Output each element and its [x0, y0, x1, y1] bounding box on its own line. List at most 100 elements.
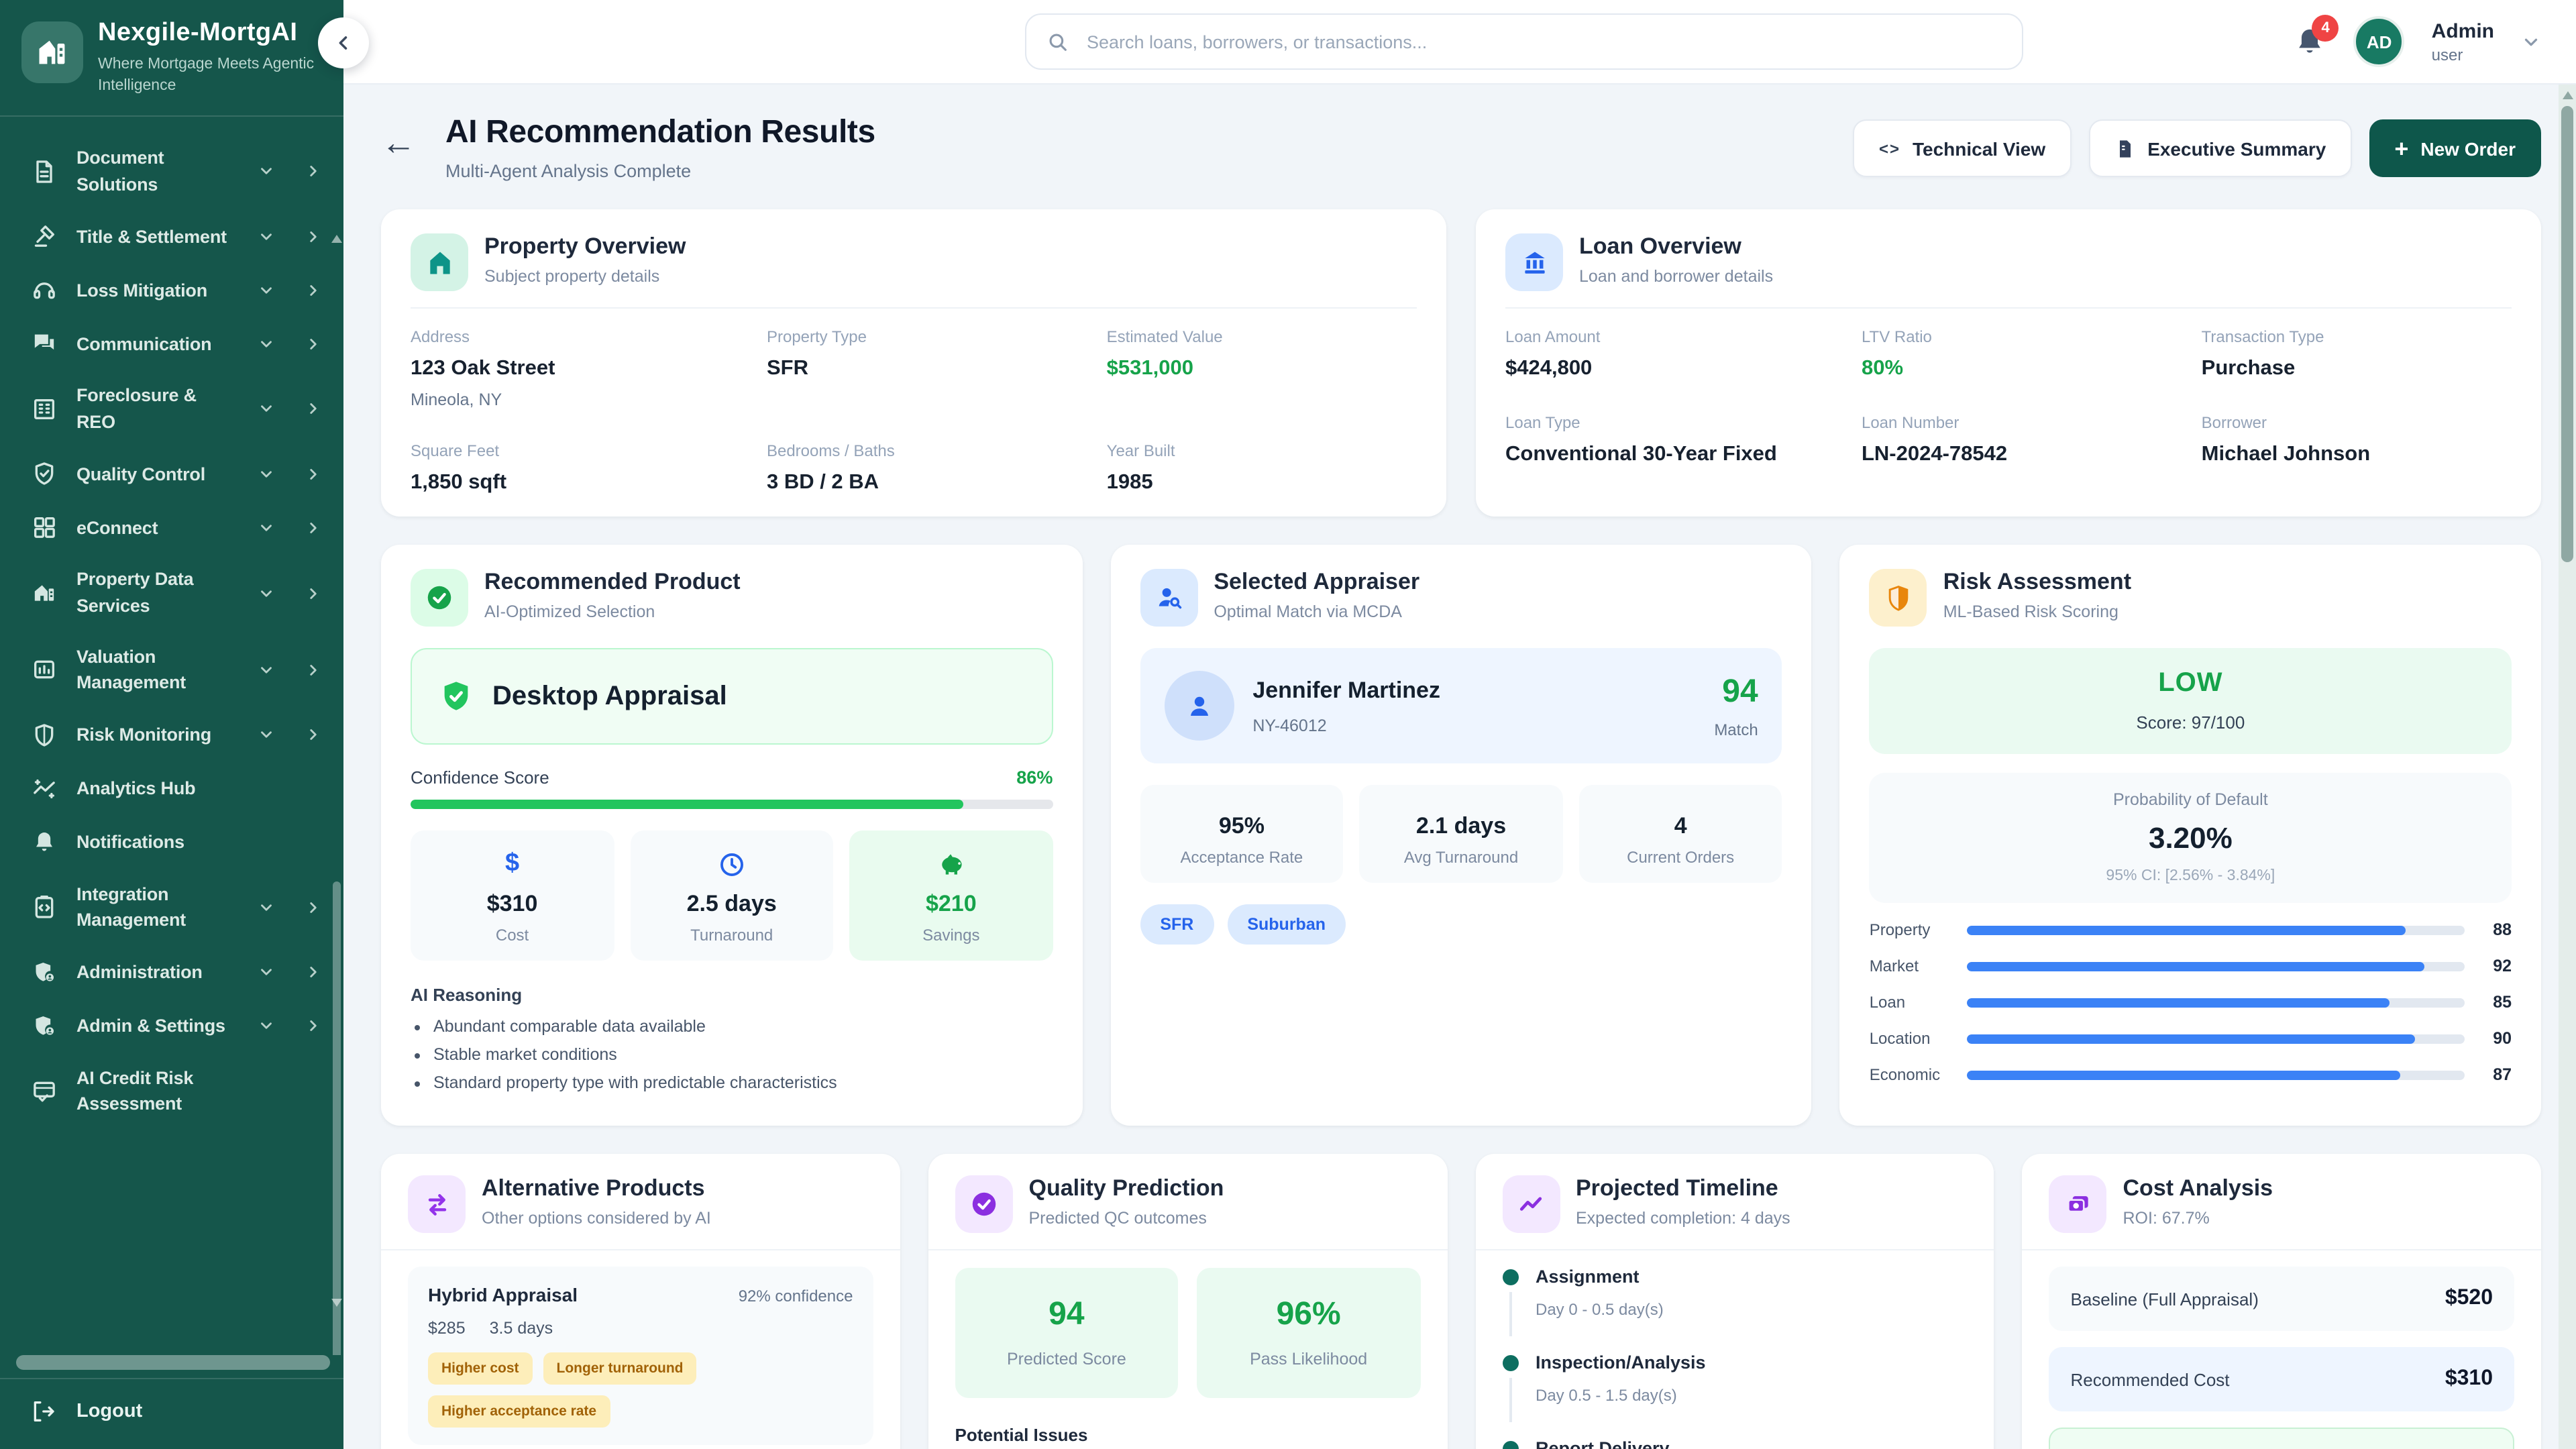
card-check-icon: [30, 1077, 59, 1106]
grid-icon: [30, 513, 59, 543]
chevron-down-icon[interactable]: [251, 578, 280, 608]
card-title: Loan Overview: [1579, 233, 1773, 260]
bell-icon: [30, 827, 59, 857]
page-scrollbar-thumb[interactable]: [2561, 106, 2573, 562]
main-area: 4 AD Admin user ← AI Recommendation Resu…: [343, 0, 2576, 1449]
sidebar-item-loss-mitigation[interactable]: Loss Mitigation: [0, 264, 343, 317]
trade-off-tag: Higher cost: [428, 1352, 533, 1385]
person-search-icon: [1140, 569, 1197, 627]
chevron-down-icon[interactable]: [251, 720, 280, 749]
recommended-product-card: Recommended Product AI-Optimized Selecti…: [381, 545, 1082, 1126]
search-input[interactable]: [1084, 30, 2002, 53]
chevron-right-icon[interactable]: [298, 1012, 327, 1041]
chevron-down-icon[interactable]: [251, 157, 280, 186]
chevron-right-icon[interactable]: [298, 958, 327, 987]
chevron-right-icon[interactable]: [298, 460, 327, 489]
alt-cost: $285: [428, 1319, 466, 1338]
field-estimated-value: Estimated Value $531,000: [1107, 327, 1417, 409]
sidebar-collapse-button[interactable]: [318, 17, 369, 68]
chevron-right-icon[interactable]: [298, 276, 327, 305]
timeline-dot: [1502, 1269, 1518, 1285]
card-title: Recommended Product: [484, 569, 741, 596]
user-menu-chevron-icon[interactable]: [2521, 32, 2541, 52]
bar-chart-icon: [30, 655, 59, 684]
risk-level-box: LOW Score: 97/100: [1870, 648, 2512, 754]
reason-item: Stable market conditions: [433, 1045, 1053, 1064]
scroll-up-arrow[interactable]: [331, 235, 342, 243]
chevron-right-icon[interactable]: [298, 720, 327, 749]
sidebar-item-label: Quality Control: [76, 461, 233, 487]
sidebar-item-admin-settings[interactable]: Admin & Settings: [0, 1000, 343, 1053]
executive-summary-button[interactable]: Executive Summary: [2088, 119, 2351, 177]
chevron-right-icon[interactable]: [298, 655, 327, 684]
sidebar-item-valuation-management[interactable]: Valuation Management: [0, 631, 343, 708]
chevron-down-icon[interactable]: [251, 513, 280, 543]
chevron-down-icon[interactable]: [251, 276, 280, 305]
sidebar-item-communication[interactable]: Communication: [0, 317, 343, 371]
technical-view-button[interactable]: <> Technical View: [1854, 119, 2071, 177]
topbar: 4 AD Admin user: [343, 0, 2576, 85]
scroll-down-arrow[interactable]: [331, 1299, 342, 1307]
chevron-right-icon[interactable]: [298, 394, 327, 424]
chevron-down-icon[interactable]: [251, 394, 280, 424]
chevron-down-icon[interactable]: [251, 958, 280, 987]
chevron-down-icon[interactable]: [251, 329, 280, 359]
timeline-step: Inspection/Analysis Day 0.5 - 1.5 day(s): [1502, 1352, 1968, 1422]
chevron-right-icon[interactable]: [298, 329, 327, 359]
bank-icon: [1505, 233, 1563, 291]
page-scrollbar[interactable]: [2559, 85, 2576, 1449]
sidebar-item-econnect[interactable]: eConnect: [0, 501, 343, 555]
risk-factor-row: Market 92: [1870, 957, 2512, 975]
sidebar-item-notifications[interactable]: Notifications: [0, 815, 343, 869]
user-info[interactable]: Admin user: [2432, 19, 2494, 64]
back-button[interactable]: ←: [381, 125, 416, 160]
timeline-step: Report Delivery: [1502, 1438, 1968, 1449]
sidebar-scrollbar-thumb[interactable]: [333, 881, 341, 1355]
chevron-right-icon[interactable]: [298, 157, 327, 186]
sidebar-scrollbar[interactable]: [331, 246, 342, 1293]
brand-tagline: Where Mortgage Meets Agentic Intelligenc…: [98, 54, 325, 97]
acceptance-rate-stat: 95% Acceptance Rate: [1140, 785, 1343, 883]
sidebar-item-quality-control[interactable]: Quality Control: [0, 447, 343, 501]
shield-check-icon: [30, 460, 59, 489]
field-year-built: Year Built 1985: [1107, 441, 1417, 495]
risk-factor-row: Location 90: [1870, 1029, 2512, 1048]
dollar-icon: $: [416, 848, 608, 880]
new-order-button[interactable]: + New Order: [2369, 119, 2541, 177]
sidebar-item-title-settlement[interactable]: Title & Settlement: [0, 210, 343, 264]
global-search[interactable]: [1025, 13, 2023, 70]
chevron-down-icon[interactable]: [251, 655, 280, 684]
chevron-right-icon[interactable]: [298, 578, 327, 608]
chevron-down-icon[interactable]: [251, 222, 280, 252]
turnaround-stat: 2.5 days Turnaround: [630, 830, 833, 961]
sidebar-item-property-data-services[interactable]: Property Data Services: [0, 555, 343, 631]
chevron-right-icon[interactable]: [298, 513, 327, 543]
chevron-down-icon[interactable]: [251, 893, 280, 922]
logout-button[interactable]: Logout: [0, 1378, 343, 1449]
chevron-right-icon[interactable]: [298, 893, 327, 922]
sidebar-item-risk-monitoring[interactable]: Risk Monitoring: [0, 708, 343, 761]
sidebar-item-integration-management[interactable]: Integration Management: [0, 869, 343, 945]
sidebar-item-document-solutions[interactable]: Document Solutions: [0, 133, 343, 209]
trending-sparkle-icon: [30, 773, 59, 803]
avatar[interactable]: AD: [2354, 16, 2405, 67]
executive-summary-label: Executive Summary: [2147, 138, 2326, 159]
notifications-button[interactable]: 4: [2294, 25, 2327, 58]
field-loan-amount: Loan Amount $424,800: [1505, 327, 1848, 381]
match-score: 94: [1714, 673, 1758, 710]
sidebar-nav: Document Solutions Title & Settlement Lo…: [0, 117, 343, 1355]
document-icon: [30, 157, 59, 186]
chevron-down-icon[interactable]: [251, 1012, 280, 1041]
technical-view-label: Technical View: [1913, 138, 2045, 159]
chevron-right-icon[interactable]: [298, 222, 327, 252]
horizontal-scrollbar-thumb[interactable]: [16, 1355, 330, 1370]
property-overview-card: Property Overview Subject property detai…: [381, 209, 1446, 517]
chevron-down-icon[interactable]: [251, 460, 280, 489]
potential-issues-title: Potential Issues: [955, 1425, 1421, 1445]
sidebar-item-foreclosure-reo[interactable]: Foreclosure & REO: [0, 371, 343, 447]
sidebar-item-ai-credit-risk-assessment[interactable]: AI Credit Risk Assessment: [0, 1053, 343, 1130]
sidebar-item-analytics-hub[interactable]: Analytics Hub: [0, 761, 343, 815]
sidebar-item-administration[interactable]: Administration: [0, 946, 343, 1000]
sidebar: Nexgile-MortgAI Where Mortgage Meets Age…: [0, 0, 343, 1449]
scroll-up-arrow[interactable]: [2563, 91, 2573, 99]
